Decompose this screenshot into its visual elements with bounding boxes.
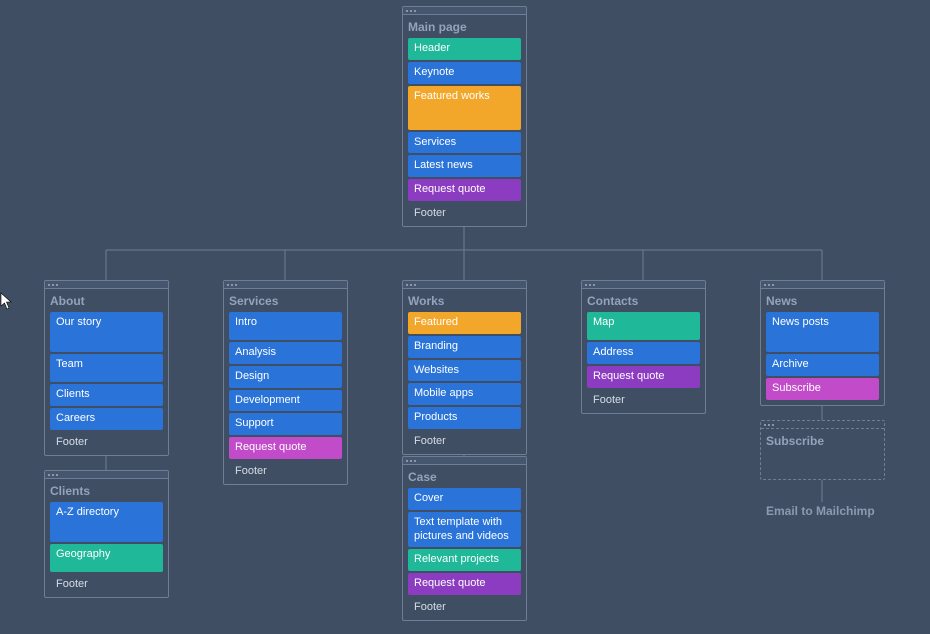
card-drag-handle[interactable] bbox=[761, 281, 884, 289]
block-footer: Footer bbox=[229, 461, 342, 481]
card-about[interactable]: About Our story Team Clients Careers Foo… bbox=[44, 280, 169, 456]
block-geography[interactable]: Geography bbox=[50, 544, 163, 572]
block-news-posts[interactable]: News posts bbox=[766, 312, 879, 352]
card-title: About bbox=[50, 294, 163, 308]
block-team[interactable]: Team bbox=[50, 354, 163, 382]
block-footer: Footer bbox=[50, 432, 163, 452]
block-clients[interactable]: Clients bbox=[50, 384, 163, 406]
block-request-quote[interactable]: Request quote bbox=[229, 437, 342, 459]
card-title: Clients bbox=[50, 484, 163, 498]
card-title: Case bbox=[408, 470, 521, 484]
card-subscribe-placeholder[interactable]: Subscribe bbox=[760, 420, 885, 480]
block-relevant-projects[interactable]: Relevant projects bbox=[408, 549, 521, 571]
block-cover[interactable]: Cover bbox=[408, 488, 521, 510]
block-footer: Footer bbox=[408, 203, 521, 223]
card-drag-handle[interactable] bbox=[403, 457, 526, 465]
card-title: News bbox=[766, 294, 879, 308]
card-case[interactable]: Case Cover Text template with pictures a… bbox=[402, 456, 527, 621]
card-main-page[interactable]: Main page Header Keynote Featured works … bbox=[402, 6, 527, 227]
card-title: Works bbox=[408, 294, 521, 308]
block-map[interactable]: Map bbox=[587, 312, 700, 340]
block-websites[interactable]: Websites bbox=[408, 360, 521, 382]
block-products[interactable]: Products bbox=[408, 407, 521, 429]
block-request-quote[interactable]: Request quote bbox=[408, 573, 521, 595]
cursor-icon bbox=[0, 292, 14, 310]
card-news[interactable]: News News posts Archive Subscribe bbox=[760, 280, 885, 406]
block-footer: Footer bbox=[587, 390, 700, 410]
card-drag-handle[interactable] bbox=[761, 421, 884, 429]
block-subscribe[interactable]: Subscribe bbox=[766, 378, 879, 400]
card-drag-handle[interactable] bbox=[45, 281, 168, 289]
card-clients[interactable]: Clients A-Z directory Geography Footer bbox=[44, 470, 169, 598]
card-drag-handle[interactable] bbox=[45, 471, 168, 479]
block-az-directory[interactable]: A-Z directory bbox=[50, 502, 163, 542]
block-intro[interactable]: Intro bbox=[229, 312, 342, 340]
block-request-quote[interactable]: Request quote bbox=[408, 179, 521, 201]
block-footer: Footer bbox=[408, 597, 521, 617]
block-our-story[interactable]: Our story bbox=[50, 312, 163, 352]
block-header[interactable]: Header bbox=[408, 38, 521, 60]
block-footer: Footer bbox=[50, 574, 163, 594]
card-contacts[interactable]: Contacts Map Address Request quote Foote… bbox=[581, 280, 706, 414]
block-branding[interactable]: Branding bbox=[408, 336, 521, 358]
block-mobile-apps[interactable]: Mobile apps bbox=[408, 383, 521, 405]
block-services[interactable]: Services bbox=[408, 132, 521, 154]
block-careers[interactable]: Careers bbox=[50, 408, 163, 430]
card-services[interactable]: Services Intro Analysis Design Developme… bbox=[223, 280, 348, 485]
card-drag-handle[interactable] bbox=[403, 7, 526, 15]
card-title: Subscribe bbox=[766, 434, 879, 448]
block-footer: Footer bbox=[408, 431, 521, 451]
card-drag-handle[interactable] bbox=[224, 281, 347, 289]
block-archive[interactable]: Archive bbox=[766, 354, 879, 376]
card-works[interactable]: Works Featured Branding Websites Mobile … bbox=[402, 280, 527, 455]
block-latest-news[interactable]: Latest news bbox=[408, 155, 521, 177]
card-title: Services bbox=[229, 294, 342, 308]
block-featured[interactable]: Featured bbox=[408, 312, 521, 334]
block-support[interactable]: Support bbox=[229, 413, 342, 435]
block-featured-works[interactable]: Featured works bbox=[408, 86, 521, 130]
card-title: Contacts bbox=[587, 294, 700, 308]
block-text-template[interactable]: Text template with pictures and videos bbox=[408, 512, 521, 548]
block-development[interactable]: Development bbox=[229, 390, 342, 412]
label-email-to-mailchimp: Email to Mailchimp bbox=[766, 504, 875, 518]
block-address[interactable]: Address bbox=[587, 342, 700, 364]
block-design[interactable]: Design bbox=[229, 366, 342, 388]
card-drag-handle[interactable] bbox=[582, 281, 705, 289]
card-drag-handle[interactable] bbox=[403, 281, 526, 289]
block-keynote[interactable]: Keynote bbox=[408, 62, 521, 84]
block-analysis[interactable]: Analysis bbox=[229, 342, 342, 364]
block-request-quote[interactable]: Request quote bbox=[587, 366, 700, 388]
card-title: Main page bbox=[408, 20, 521, 34]
